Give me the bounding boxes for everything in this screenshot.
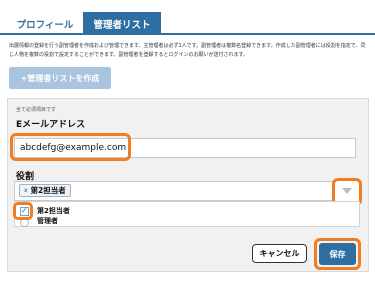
- role-tag: x 第2担当者: [19, 184, 71, 197]
- email-label: Eメールアドレス: [16, 120, 86, 130]
- option-second-person[interactable]: 第2担当者: [37, 206, 70, 216]
- page-description: 出展情報の登録を行う副管理者を作成および管理できます。主管理者は必ず1人です。副…: [9, 43, 366, 58]
- tag-remove-icon[interactable]: x: [24, 187, 28, 194]
- option-admin[interactable]: 管理者: [37, 216, 58, 226]
- tab-admin-list[interactable]: 管理者リスト: [83, 12, 161, 35]
- required-note: 全て必須項目です: [16, 107, 57, 113]
- save-button[interactable]: 保存: [319, 243, 356, 265]
- email-highlight: [10, 133, 131, 161]
- tab-profile[interactable]: プロフィール: [9, 12, 81, 35]
- create-admin-list-button[interactable]: +管理者リストを作成: [9, 67, 111, 89]
- tag-label: 第2担当者: [30, 186, 66, 195]
- checkbox-highlight: [13, 202, 33, 220]
- tab-bar: プロフィール 管理者リスト: [0, 12, 375, 35]
- chevron-down-icon[interactable]: [342, 188, 352, 194]
- cancel-button[interactable]: キャンセル: [252, 244, 307, 263]
